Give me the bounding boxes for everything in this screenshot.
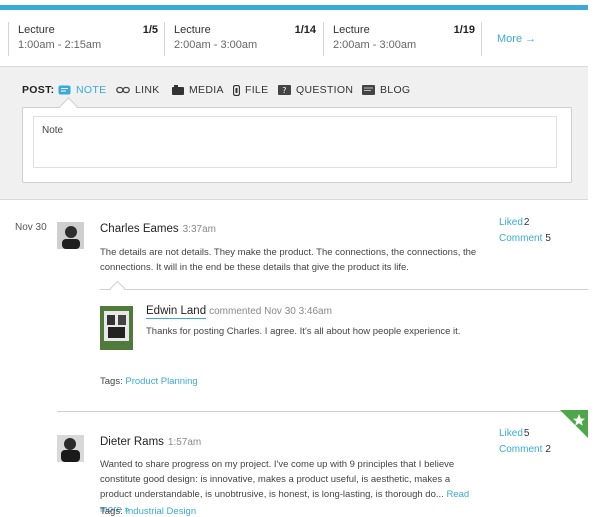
comment-link[interactable]: Comment: [499, 233, 542, 244]
post-stats: Liked5 Comment 2: [499, 426, 551, 458]
note-icon: [58, 85, 71, 95]
comment-author[interactable]: Edwin Land: [146, 305, 207, 319]
lecture-card[interactable]: Lecture 2:00am - 3:00am 1/14: [164, 22, 316, 56]
comment-text: Thanks for posting Charles. I agree. It'…: [146, 326, 461, 337]
tag-link[interactable]: Industrial Design: [125, 506, 196, 517]
lecture-time: 1:00am - 2:15am: [18, 39, 102, 51]
comment-divider: [100, 289, 588, 290]
more-link[interactable]: More →: [497, 33, 536, 45]
avatar[interactable]: [57, 435, 84, 462]
post-tags: Tags: Industrial Design: [100, 506, 196, 517]
post-author: Charles Eames 3:37am: [100, 223, 216, 235]
post-body-text: Wanted to share progress on my project. …: [100, 459, 455, 500]
post-time: 1:57am: [167, 437, 202, 448]
comment-meta: commented Nov 30 3:46am: [209, 306, 332, 317]
tab-question[interactable]: ? QUESTION: [278, 84, 353, 96]
lecture-name: Lecture: [18, 24, 55, 36]
link-icon: [116, 86, 130, 94]
comment-avatar-photo: [100, 306, 133, 350]
blog-icon: [362, 85, 375, 95]
avatar-portrait: [57, 222, 84, 249]
tab-blog[interactable]: BLOG: [362, 84, 410, 96]
liked-count: 2: [523, 217, 530, 228]
post-composer: POST: NOTE LINK MEDIA FILE ? QUESTION BL…: [0, 67, 588, 200]
comment-count: 2: [545, 444, 551, 455]
activity-feed: Nov 30 Charles Eames 3:37am The details a…: [0, 200, 588, 517]
file-icon: [233, 84, 240, 96]
lecture-name: Lecture: [174, 24, 211, 36]
lecture-time: 2:00am - 3:00am: [174, 39, 258, 51]
tab-file[interactable]: FILE: [233, 84, 268, 96]
note-input[interactable]: Note: [33, 116, 557, 168]
note-panel: Note: [22, 107, 572, 183]
question-icon: ?: [278, 85, 291, 95]
comment-header: Edwin Land commented Nov 30 3:46am: [146, 305, 332, 319]
post-tags: Tags: Product Planning: [100, 376, 198, 387]
tab-file-label: FILE: [245, 84, 269, 96]
post-body: The details are not details. They make t…: [100, 247, 477, 273]
svg-text:?: ?: [282, 86, 287, 95]
lecture-card[interactable]: Lecture 2:00am - 3:00am 1/19: [323, 22, 475, 56]
tab-note[interactable]: NOTE: [58, 84, 106, 96]
author-name[interactable]: Dieter Rams: [100, 436, 164, 448]
liked-link[interactable]: Liked: [499, 428, 523, 439]
comment-link[interactable]: Comment: [499, 444, 542, 455]
tab-note-label: NOTE: [76, 84, 107, 96]
lecture-count: 1/14: [294, 24, 316, 36]
avatar[interactable]: [57, 222, 84, 249]
post-stats: Liked2 Comment 5: [499, 215, 551, 247]
author-name[interactable]: Charles Eames: [100, 223, 179, 235]
tab-blog-label: BLOG: [380, 84, 411, 96]
liked-count: 5: [523, 428, 530, 439]
post-author: Dieter Rams 1:57am: [100, 436, 201, 448]
tab-link[interactable]: LINK: [116, 84, 160, 96]
tags-label: Tags:: [100, 506, 123, 517]
comment-count: 5: [545, 233, 551, 244]
lecture-count: 1/5: [142, 24, 158, 36]
post-divider: [57, 411, 588, 412]
star-corner-icon[interactable]: [560, 410, 588, 438]
divider: [481, 22, 482, 56]
media-icon: [172, 85, 184, 95]
lecture-time: 2:00am - 3:00am: [333, 39, 417, 51]
tag-link[interactable]: Product Planning: [125, 376, 197, 387]
liked-link[interactable]: Liked: [499, 217, 523, 228]
comment-avatar[interactable]: [100, 306, 133, 350]
post-time: 3:37am: [182, 224, 216, 235]
post-label: POST:: [22, 84, 55, 96]
feed-date: Nov 30: [15, 222, 47, 233]
lecture-card[interactable]: Lecture 1:00am - 2:15am 1/5: [8, 22, 158, 56]
tags-label: Tags:: [100, 376, 123, 387]
lecture-name: Lecture: [333, 24, 370, 36]
tab-media[interactable]: MEDIA: [172, 84, 224, 96]
lecture-count: 1/19: [453, 24, 475, 36]
tab-link-label: LINK: [135, 84, 160, 96]
comment-pointer: [109, 280, 126, 297]
tab-media-label: MEDIA: [189, 84, 224, 96]
tab-question-label: QUESTION: [296, 84, 354, 96]
lecture-schedule: Lecture 1:00am - 2:15am 1/5 Lecture 2:00…: [0, 10, 588, 67]
avatar-portrait: [57, 435, 84, 462]
